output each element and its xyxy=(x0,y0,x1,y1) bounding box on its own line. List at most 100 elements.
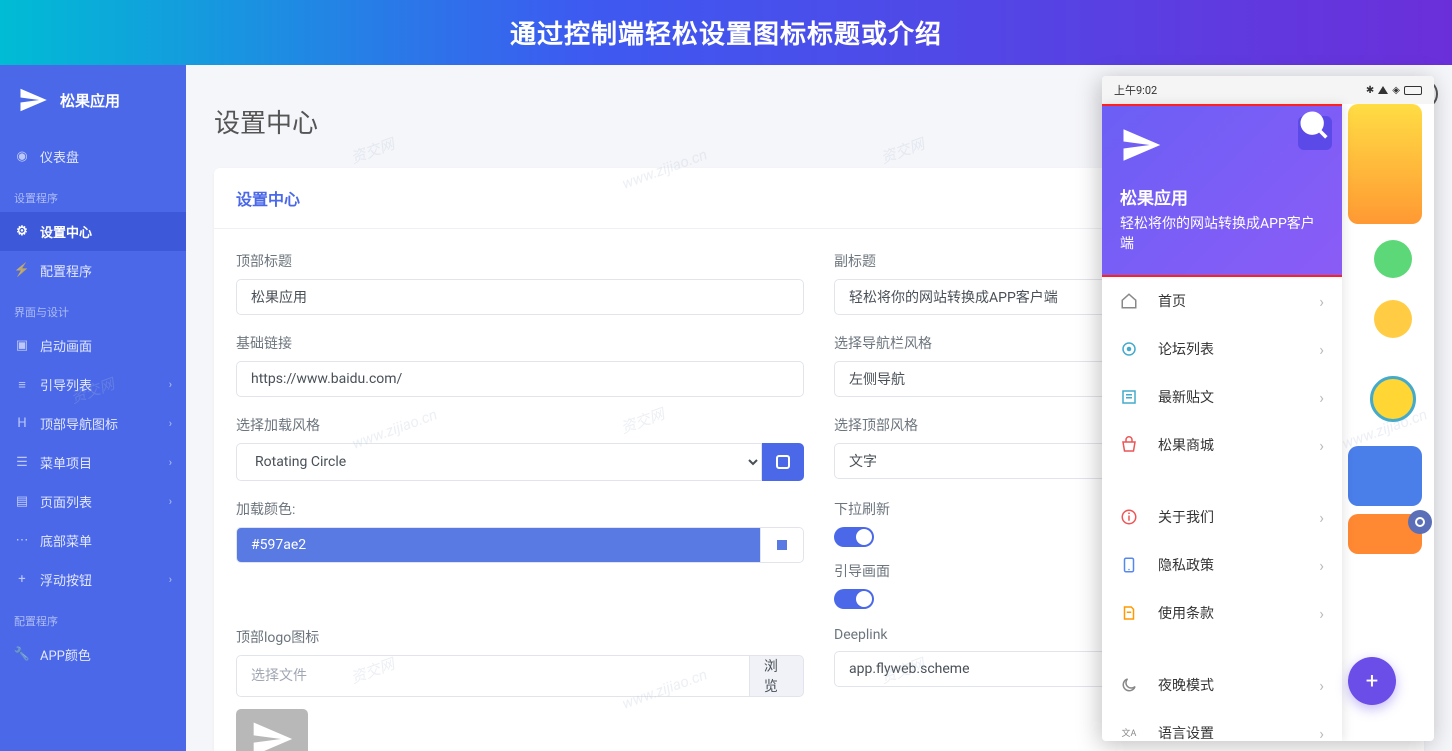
logo-label: 顶部logo图标 xyxy=(236,627,804,647)
chevron-right-icon: › xyxy=(1319,340,1324,359)
sidebar-item-dashboard[interactable]: ◉仪表盘 xyxy=(0,137,186,176)
logo-file-input[interactable] xyxy=(236,655,750,697)
phone-drawer-header: 松果应用 轻松将你的网站转换成APP客户端 xyxy=(1102,104,1342,277)
battery-icon xyxy=(1404,86,1422,95)
sidebar-item-image[interactable]: ▣启动画面 xyxy=(0,326,186,365)
lang-icon: 文A xyxy=(1120,724,1138,741)
wrench-icon: 🔧 xyxy=(14,647,30,663)
drawer-item-shop[interactable]: 松果商城› xyxy=(1102,421,1342,469)
guide-toggle[interactable] xyxy=(834,589,874,609)
fab-button[interactable]: + xyxy=(1348,657,1396,705)
svg-text:文A: 文A xyxy=(1122,727,1137,739)
base-link-input[interactable] xyxy=(236,361,804,397)
square-icon xyxy=(776,455,790,469)
info-icon xyxy=(1120,508,1138,526)
sidebar-section: 设置程序 xyxy=(0,176,186,212)
phone-status-bar: 上午9:02 ✱ ◈ xyxy=(1102,76,1434,104)
chevron-right-icon: › xyxy=(169,495,172,508)
paper-plane-icon xyxy=(250,717,294,751)
load-style-preview-button[interactable] xyxy=(762,443,804,481)
paper-plane-icon xyxy=(18,85,48,115)
gear-icon: ⚙ xyxy=(14,224,30,240)
image-icon: ▣ xyxy=(14,338,30,354)
chevron-right-icon: › xyxy=(1319,556,1324,575)
app-name: 松果应用 xyxy=(60,90,120,111)
paper-plane-icon xyxy=(1120,124,1162,166)
phone-subtitle: 轻松将你的网站转换成APP客户端 xyxy=(1120,213,1324,253)
drawer-item-moon[interactable]: 夜晚模式› xyxy=(1102,661,1342,709)
top-title-label: 顶部标题 xyxy=(236,251,804,271)
chevron-right-icon: › xyxy=(1319,388,1324,407)
drawer-item-forum[interactable]: 论坛列表› xyxy=(1102,325,1342,373)
phone-title: 松果应用 xyxy=(1120,184,1324,209)
drawer-item-post[interactable]: 最新贴文› xyxy=(1102,373,1342,421)
post-icon xyxy=(1120,388,1138,406)
sidebar-section: 界面与设计 xyxy=(0,290,186,326)
chevron-right-icon: › xyxy=(1319,724,1324,742)
load-style-label: 选择加载风格 xyxy=(236,415,804,435)
chevron-right-icon: › xyxy=(169,417,172,430)
drawer-item-privacy[interactable]: 隐私政策› xyxy=(1102,541,1342,589)
search-icon xyxy=(1298,105,1332,147)
sidebar-item-wrench[interactable]: 🔧APP颜色 xyxy=(0,635,186,674)
plus-icon: + xyxy=(1366,669,1378,694)
plug-icon: ⚡ xyxy=(14,263,30,279)
load-color-label: 加载颜色: xyxy=(236,499,804,519)
base-link-label: 基础链接 xyxy=(236,333,804,353)
shop-icon xyxy=(1120,436,1138,454)
sidebar-logo[interactable]: 松果应用 xyxy=(0,73,186,127)
menu-icon: ☰ xyxy=(14,455,30,471)
top-banner: 通过控制端轻松设置图标标题或介绍 xyxy=(0,0,1452,65)
load-color-input[interactable] xyxy=(236,527,761,563)
drawer-item-info[interactable]: 关于我们› xyxy=(1102,493,1342,541)
wifi-icon: ◈ xyxy=(1392,85,1400,96)
sidebar-item-plug[interactable]: ⚡配置程序 xyxy=(0,251,186,290)
list-icon: ≡ xyxy=(14,377,30,393)
top-title-input[interactable] xyxy=(236,279,804,315)
logo-preview xyxy=(236,709,308,751)
sidebar-item-list[interactable]: ≡引导列表› xyxy=(0,365,186,404)
terms-icon xyxy=(1120,604,1138,622)
sidebar-item-plus[interactable]: +浮动按钮› xyxy=(0,560,186,599)
sidebar-item-pages[interactable]: ▤页面列表› xyxy=(0,482,186,521)
sidebar-item-h[interactable]: H顶部导航图标› xyxy=(0,404,186,443)
chevron-right-icon: › xyxy=(169,456,172,469)
phone-drawer: 松果应用 轻松将你的网站转换成APP客户端 首页›论坛列表›最新贴文›松果商城›… xyxy=(1102,104,1342,741)
privacy-icon xyxy=(1120,556,1138,574)
dashboard-icon: ◉ xyxy=(14,149,30,165)
chevron-right-icon: › xyxy=(1319,676,1324,695)
sidebar-item-dots[interactable]: ⋯底部菜单 xyxy=(0,521,186,560)
signal-icon xyxy=(1378,86,1388,94)
drawer-item-lang[interactable]: 文A语言设置› xyxy=(1102,709,1342,741)
drawer-item-terms[interactable]: 使用条款› xyxy=(1102,589,1342,637)
chevron-right-icon: › xyxy=(1319,508,1324,527)
phone-background xyxy=(1342,104,1434,741)
color-picker-button[interactable] xyxy=(761,527,804,563)
chevron-right-icon: › xyxy=(169,378,172,391)
search-small-icon xyxy=(1415,517,1425,527)
pull-refresh-toggle[interactable] xyxy=(834,527,874,547)
banner-title: 通过控制端轻松设置图标标题或介绍 xyxy=(510,14,942,51)
pages-icon: ▤ xyxy=(14,494,30,510)
load-style-select[interactable]: Rotating Circle xyxy=(236,443,762,481)
browse-button[interactable]: 浏览 xyxy=(750,655,804,697)
drawer-item-home[interactable]: 首页› xyxy=(1102,277,1342,325)
chevron-right-icon: › xyxy=(1319,292,1324,311)
bluetooth-icon: ✱ xyxy=(1366,85,1374,96)
sidebar-section: 配置程序 xyxy=(0,599,186,635)
chevron-right-icon: › xyxy=(1319,436,1324,455)
home-icon xyxy=(1120,292,1138,310)
phone-preview: 上午9:02 ✱ ◈ 松果应用 轻松将你的网站转换成APP客户端 首页›论 xyxy=(1102,76,1434,741)
moon-icon xyxy=(1120,676,1138,694)
sidebar-item-menu[interactable]: ☰菜单项目› xyxy=(0,443,186,482)
plus-icon: + xyxy=(14,572,30,588)
phone-search-button[interactable] xyxy=(1298,116,1332,150)
h-icon: H xyxy=(14,416,30,432)
dots-icon: ⋯ xyxy=(14,533,30,549)
sidebar-item-gear[interactable]: ⚙设置中心 xyxy=(0,212,186,251)
chevron-right-icon: › xyxy=(169,573,172,586)
forum-icon xyxy=(1120,340,1138,358)
sidebar: 松果应用 ◉仪表盘设置程序⚙设置中心⚡配置程序界面与设计▣启动画面≡引导列表›H… xyxy=(0,65,186,751)
color-swatch-icon xyxy=(775,538,789,552)
chevron-right-icon: › xyxy=(1319,604,1324,623)
